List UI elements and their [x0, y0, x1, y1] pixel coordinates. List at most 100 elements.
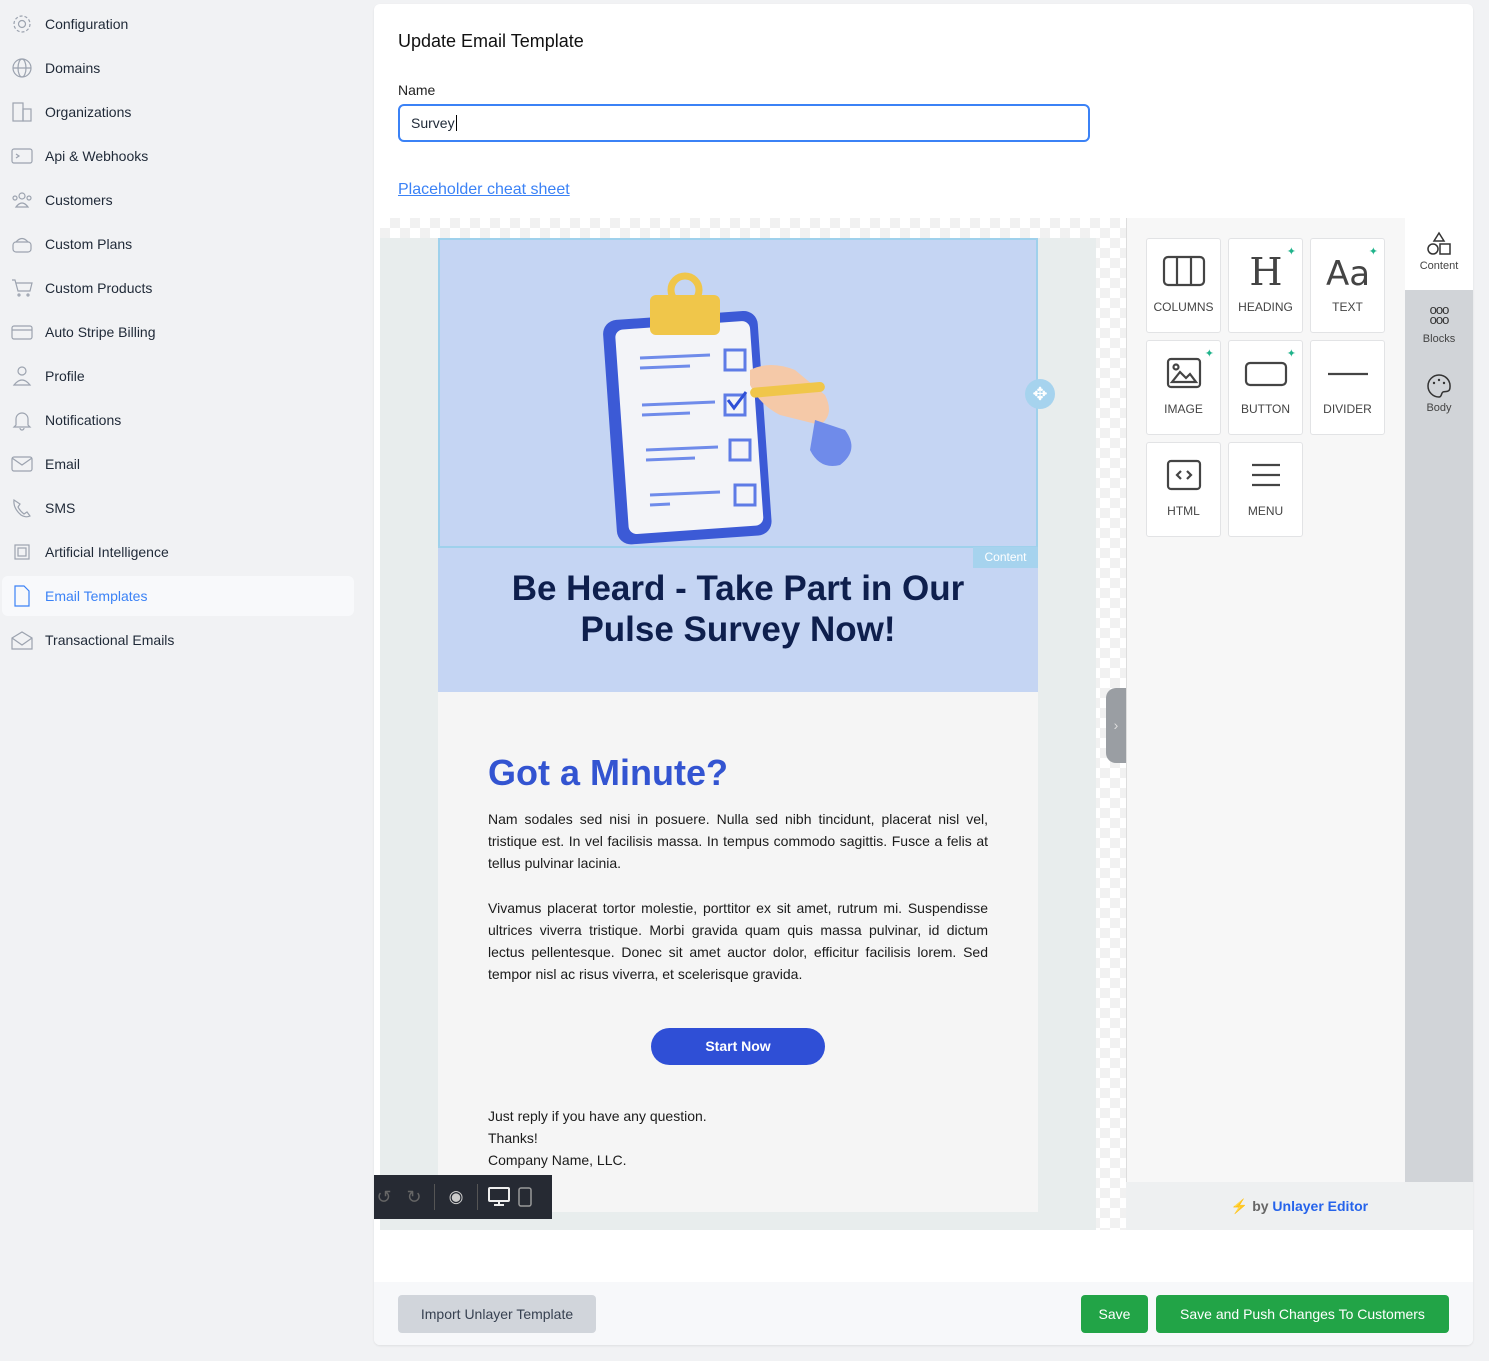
terminal-icon: [11, 148, 33, 164]
tool-label: DIVIDER: [1323, 402, 1372, 416]
users-icon: [12, 192, 32, 208]
tool-heading[interactable]: H ✦ HEADING: [1228, 238, 1303, 333]
undo-icon[interactable]: ↺: [374, 1187, 394, 1208]
envelope-open-icon: [11, 631, 33, 650]
tool-label: BUTTON: [1240, 402, 1291, 416]
sidebar-item-sms[interactable]: SMS: [2, 488, 354, 528]
sidebar-item-auto-stripe-billing[interactable]: Auto Stripe Billing: [2, 312, 354, 352]
tab-label: Content: [1419, 260, 1459, 272]
bell-icon: [12, 412, 32, 431]
tool-label: COLUMNS: [1153, 300, 1214, 314]
tool-label: MENU: [1247, 504, 1284, 518]
palette-icon: [1427, 374, 1451, 398]
name-input-value: Survey: [411, 115, 455, 131]
collapse-panel-chevron-icon[interactable]: ›: [1106, 688, 1126, 763]
sidebar-item-notifications[interactable]: Notifications: [2, 400, 354, 440]
branding-prefix: by: [1252, 1198, 1269, 1214]
ai-sparkle-icon: ✦: [1286, 348, 1296, 360]
signature: Just reply if you have any question. Tha…: [488, 1105, 707, 1171]
desktop-icon[interactable]: [488, 1187, 510, 1207]
ai-sparkle-icon: ✦: [1368, 246, 1378, 258]
sidebar-item-label: Custom Products: [45, 280, 153, 296]
subheading[interactable]: Got a Minute?: [488, 752, 728, 794]
svg-text:Aa: Aa: [1326, 254, 1370, 289]
redo-icon[interactable]: ↻: [404, 1187, 424, 1208]
sidebar-item-email-templates[interactable]: Email Templates: [2, 576, 354, 616]
sidebar-item-label: Email: [45, 456, 81, 472]
sidebar-item-customers[interactable]: Customers: [2, 180, 354, 220]
code-icon: [1166, 459, 1201, 491]
sidebar-item-artificial-intelligence[interactable]: Artificial Intelligence: [2, 532, 354, 572]
sidebar-item-label: Notifications: [45, 412, 122, 428]
name-input[interactable]: Survey: [398, 104, 1090, 142]
sidebar-item-configuration[interactable]: Configuration: [2, 4, 354, 44]
tool-columns[interactable]: COLUMNS: [1146, 238, 1221, 333]
tool-text[interactable]: Aa ✦ TEXT: [1310, 238, 1385, 333]
columns-icon: [1162, 255, 1205, 287]
sidebar-item-label: Configuration: [45, 16, 129, 32]
save-button[interactable]: Save: [1081, 1295, 1148, 1333]
sidebar-item-label: SMS: [45, 500, 76, 516]
sidebar-item-custom-products[interactable]: Custom Products: [2, 268, 354, 308]
import-template-button[interactable]: Import Unlayer Template: [398, 1295, 596, 1333]
ai-sparkle-icon: ✦: [1286, 246, 1296, 258]
tool-menu[interactable]: MENU: [1228, 442, 1303, 537]
credit-card-icon: [11, 325, 33, 340]
sidebar-item-custom-plans[interactable]: Custom Plans: [2, 224, 354, 264]
unlayer-branding[interactable]: ⚡ by Unlayer Editor: [1126, 1182, 1473, 1230]
tab-blocks[interactable]: ooo ooo Blocks: [1405, 302, 1473, 345]
paragraph-2[interactable]: Vivamus placerat tortor molestie, portti…: [488, 897, 988, 985]
document-icon: [14, 585, 30, 607]
sidebar-item-label: Auto Stripe Billing: [45, 324, 156, 340]
chip-icon: [14, 544, 30, 560]
selected-image-block[interactable]: [438, 238, 1038, 548]
preview-eye-icon[interactable]: ◉: [445, 1187, 467, 1207]
lightning-icon: ⚡: [1230, 1198, 1249, 1214]
sidebar-item-transactional-emails[interactable]: Transactional Emails: [2, 620, 354, 660]
branding-name: Unlayer Editor: [1272, 1198, 1369, 1214]
placeholder-cheat-sheet-link[interactable]: Placeholder cheat sheet: [398, 181, 570, 199]
move-handle-icon[interactable]: ✥: [1025, 379, 1055, 409]
blocks-icon: ooo ooo: [1429, 302, 1450, 327]
gear-icon: [13, 15, 31, 33]
tool-label: HTML: [1167, 504, 1200, 518]
sidebar-item-api-webhooks[interactable]: Api & Webhooks: [2, 136, 354, 176]
ai-sparkle-icon: ✦: [1204, 348, 1214, 360]
clipboard-illustration: [603, 272, 852, 545]
sidebar-item-label: Transactional Emails: [45, 632, 175, 648]
page-title: Update Email Template: [398, 31, 584, 51]
sidebar-item-label: Profile: [45, 368, 85, 384]
sidebar-item-email[interactable]: Email: [2, 444, 354, 484]
hero-heading[interactable]: Be Heard - Take Part in Our Pulse Survey…: [478, 568, 998, 650]
tab-body[interactable]: Body: [1405, 373, 1473, 414]
user-icon: [12, 366, 32, 386]
tool-html[interactable]: HTML: [1146, 442, 1221, 537]
start-now-button[interactable]: Start Now: [651, 1028, 825, 1065]
sidebar-item-label: Domains: [45, 60, 101, 76]
sidebar-item-label: Artificial Intelligence: [45, 544, 169, 560]
canvas-toolbar: ↺ ↻ ◉: [374, 1175, 552, 1219]
sidebar-item-domains[interactable]: Domains: [2, 48, 354, 88]
sidebar-item-organizations[interactable]: Organizations: [2, 92, 354, 132]
save-push-button[interactable]: Save and Push Changes To Customers: [1156, 1295, 1449, 1333]
panel-tabs: [1405, 218, 1473, 1182]
envelope-icon: [11, 456, 33, 472]
tab-label: Body: [1426, 402, 1452, 414]
name-label: Name: [398, 82, 436, 98]
mobile-icon[interactable]: [518, 1187, 532, 1207]
cart-icon: [12, 279, 33, 297]
signature-line: Thanks!: [488, 1130, 538, 1146]
tool-image[interactable]: ✦ IMAGE: [1146, 340, 1221, 435]
svg-text:H: H: [1249, 253, 1282, 289]
sidebar-item-profile[interactable]: Profile: [2, 356, 354, 396]
building-icon: [12, 102, 32, 122]
paragraph-1[interactable]: Nam sodales sed nisi in posuere. Nulla s…: [488, 808, 988, 874]
sidebar-item-label: Api & Webhooks: [45, 148, 149, 164]
heading-icon: H: [1249, 253, 1282, 289]
tab-content[interactable]: Content: [1405, 231, 1473, 272]
tool-label: HEADING: [1238, 300, 1293, 314]
divider-icon: [1327, 372, 1368, 376]
tool-divider[interactable]: DIVIDER: [1310, 340, 1385, 435]
tool-button[interactable]: ✦ BUTTON: [1228, 340, 1303, 435]
globe-icon: [12, 58, 32, 78]
